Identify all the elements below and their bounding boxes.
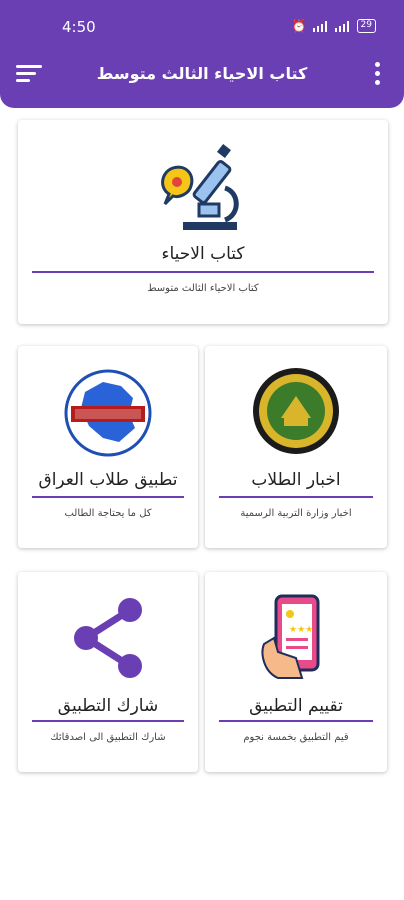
- battery-icon: 29: [356, 19, 376, 33]
- card-subtitle: اخبار وزارة التربية الرسمية: [240, 508, 352, 519]
- card-subtitle: شارك التطبيق الى اصدقائك: [50, 732, 166, 743]
- divider: [219, 496, 373, 498]
- card-title: تقييم التطبيق: [249, 696, 343, 716]
- iraq-map-logo-icon: [64, 369, 152, 457]
- microscope-icon: [161, 143, 239, 230]
- card-subtitle: كل ما يحتاجة الطالب: [64, 508, 152, 519]
- signal-icon-2: [334, 20, 351, 32]
- card-subtitle: قيم التطبيق بخمسة نجوم: [243, 732, 349, 743]
- overflow-menu-button[interactable]: [372, 62, 382, 86]
- card-student-news[interactable]: اخبار الطلاب اخبار وزارة التربية الرسمية: [205, 346, 387, 548]
- card-iraq-students-app[interactable]: تطبيق طلاب العراق كل ما يحتاجة الطالب: [18, 346, 198, 548]
- divider: [32, 720, 184, 722]
- divider: [32, 496, 184, 498]
- divider: [219, 720, 373, 722]
- card-title: كتاب الاحياء: [161, 244, 245, 264]
- card-rate-app[interactable]: ★★★ تقييم التطبيق قيم التطبيق بخمسة نجوم: [205, 572, 387, 772]
- app-title: كتاب الاحياء الثالث متوسط: [96, 64, 308, 83]
- signal-icon: [312, 20, 329, 32]
- card-title: شارك التطبيق: [57, 696, 159, 716]
- status-time: 4:50: [62, 18, 96, 36]
- card-title: تطبيق طلاب العراق: [38, 470, 178, 490]
- menu-button[interactable]: [16, 64, 42, 84]
- svg-text:★★★: ★★★: [289, 625, 313, 635]
- divider: [32, 271, 374, 273]
- card-title: اخبار الطلاب: [251, 470, 341, 490]
- phone-rating-icon: ★★★: [261, 594, 320, 679]
- share-icon: [74, 598, 142, 678]
- card-subtitle: كتاب الاحياء الثالث متوسط: [147, 283, 259, 294]
- ministry-seal-icon: [253, 368, 339, 454]
- alarm-icon: ⏰: [291, 19, 307, 33]
- status-icons: ⏰ 29: [292, 19, 376, 33]
- card-share-app[interactable]: شارك التطبيق شارك التطبيق الى اصدقائك: [18, 572, 198, 772]
- app-bar: 4:50 ⏰ 29 كتاب الاحياء الثالث متوسط: [0, 0, 404, 108]
- card-biology-book[interactable]: كتاب الاحياء كتاب الاحياء الثالث متوسط: [18, 120, 388, 324]
